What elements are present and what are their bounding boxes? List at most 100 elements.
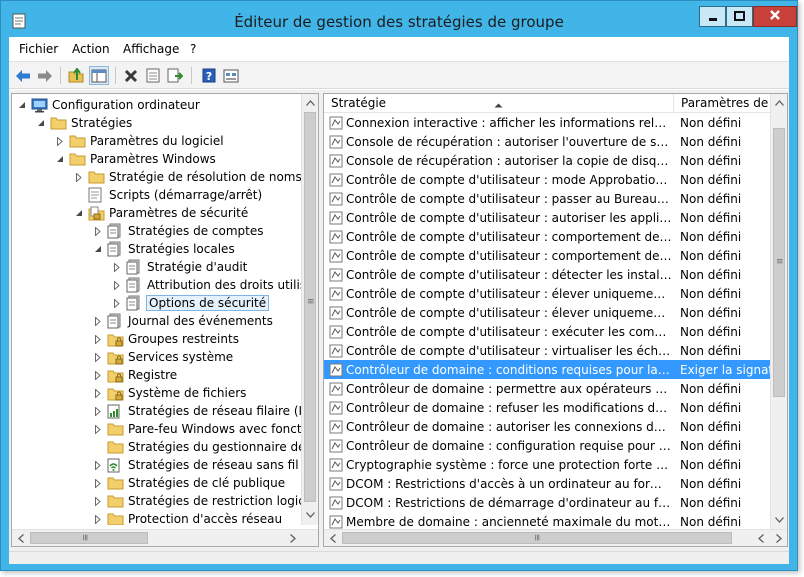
right-arrow-icon[interactable] (284, 530, 301, 546)
back-button[interactable] (13, 66, 33, 85)
collapsed-arrow-icon[interactable] (111, 298, 122, 309)
policy-row[interactable]: DCOM : Restrictions d'accès à un ordinat… (324, 474, 771, 493)
tree-item[interactable]: Stratégie d'audit (111, 258, 247, 276)
collapsed-arrow-icon[interactable] (92, 388, 103, 399)
collapsed-arrow-icon[interactable] (92, 334, 103, 345)
up-level-button[interactable] (66, 66, 86, 85)
tree-item[interactable]: Registre (92, 366, 177, 384)
tree-item[interactable]: Groupes restreints (92, 330, 239, 348)
policy-row[interactable]: Cryptographie système : force une protec… (324, 455, 771, 474)
tree-item[interactable]: Stratégies du gestionnaire de list (92, 438, 302, 456)
tree-item[interactable]: Stratégie de résolution de noms (73, 168, 302, 186)
left-arrow-icon[interactable] (324, 530, 341, 546)
policy-row[interactable]: Contrôle de compte d'utilisateur : compo… (324, 246, 771, 265)
policy-row[interactable]: Membre de domaine : ancienneté maximale … (324, 512, 771, 530)
tree-item[interactable]: Paramètres du logiciel (54, 132, 224, 150)
down-arrow-icon[interactable] (302, 506, 318, 523)
tree-item[interactable]: Stratégies de réseau filaire (IEEE 8 (92, 402, 302, 420)
collapsed-arrow-icon[interactable] (92, 424, 103, 435)
tree-item[interactable]: Services système (92, 348, 233, 366)
list-vertical-scrollbar[interactable]: ≡ (770, 94, 787, 530)
policy-row[interactable]: Contrôle de compte d'utilisateur : exécu… (324, 322, 771, 341)
tree-item[interactable]: Paramètres de sécurité (73, 204, 248, 222)
expanded-arrow-icon[interactable] (73, 208, 84, 219)
tree-item[interactable]: Attribution des droits utilisat (111, 276, 302, 294)
collapsed-arrow-icon[interactable] (92, 478, 103, 489)
left-arrow-icon[interactable] (752, 530, 769, 546)
tree-vertical-thumb[interactable]: ≡ (304, 112, 316, 502)
tree-vertical-scrollbar[interactable]: ≡ (301, 94, 318, 525)
column-header-policy[interactable]: Stratégie (324, 94, 674, 113)
menu-affichage[interactable]: Affichage (123, 42, 179, 56)
tree-horizontal-scrollbar[interactable]: ≡ (12, 529, 318, 546)
policy-row[interactable]: Contrôle de compte d'utilisateur : éleve… (324, 303, 771, 322)
policy-row[interactable]: Contrôleur de domaine : permettre aux op… (324, 379, 771, 398)
column-header-setting[interactable]: Paramètres de stra (674, 94, 771, 113)
policy-row[interactable]: Contrôle de compte d'utilisateur : autor… (324, 208, 771, 227)
policy-row[interactable]: Console de récupération : autoriser la c… (324, 151, 771, 170)
down-arrow-icon[interactable] (771, 511, 787, 528)
tree-item[interactable]: Paramètres Windows (54, 150, 216, 168)
policy-row[interactable]: Contrôleur de domaine : configuration re… (324, 436, 771, 455)
tree-item[interactable]: Stratégies locales (92, 240, 235, 258)
menu-help[interactable]: ? (190, 42, 196, 56)
policy-row[interactable]: Contrôle de compte d'utilisateur : détec… (324, 265, 771, 284)
policy-row[interactable]: Contrôle de compte d'utilisateur : éleve… (324, 284, 771, 303)
list-horizontal-scrollbar[interactable]: ≡ (324, 529, 787, 546)
minimize-button[interactable] (699, 6, 726, 27)
tree-item[interactable]: Stratégies (35, 114, 132, 132)
list-vertical-thumb[interactable]: ≡ (773, 128, 785, 397)
collapsed-arrow-icon[interactable] (111, 262, 122, 273)
menu-action[interactable]: Action (72, 42, 110, 56)
tree-item[interactable]: Stratégies de comptes (92, 222, 264, 240)
help-button[interactable]: ? (199, 66, 219, 85)
menu-fichier[interactable]: Fichier (19, 42, 58, 56)
show-hide-tree-button[interactable] (89, 66, 109, 85)
tree-item[interactable]: Options de sécurité (111, 294, 270, 312)
title-bar[interactable]: Éditeur de gestion des stratégies de gro… (1, 1, 797, 37)
close-button[interactable] (753, 6, 797, 27)
forward-button[interactable] (35, 66, 55, 85)
export-list-button[interactable] (165, 66, 185, 85)
left-arrow-icon[interactable] (12, 530, 29, 546)
tree-item[interactable]: Scripts (démarrage/arrêt) (73, 186, 262, 204)
tree-item[interactable]: Stratégies de restriction logicielle (92, 492, 302, 510)
policy-row[interactable]: Contrôle de compte d'utilisateur : mode … (324, 170, 771, 189)
tree-item[interactable]: Configuration ordinateur (16, 96, 200, 114)
collapsed-arrow-icon[interactable] (111, 280, 122, 291)
tree-item[interactable]: Système de fichiers (92, 384, 246, 402)
up-arrow-icon[interactable] (302, 94, 318, 111)
policy-row[interactable]: Contrôleur de domaine : conditions requi… (324, 360, 771, 379)
collapsed-arrow-icon[interactable] (92, 352, 103, 363)
policy-row[interactable]: Contrôleur de domaine : autoriser les co… (324, 417, 771, 436)
tree-item[interactable]: Pare-feu Windows avec fonction (92, 420, 302, 438)
policy-row[interactable]: Contrôle de compte d'utilisateur : compo… (324, 227, 771, 246)
properties-button[interactable] (143, 66, 163, 85)
collapsed-arrow-icon[interactable] (73, 172, 84, 183)
policy-row[interactable]: Contrôle de compte d'utilisateur : passe… (324, 189, 771, 208)
up-arrow-icon[interactable] (771, 94, 787, 111)
collapsed-arrow-icon[interactable] (92, 316, 103, 327)
collapsed-arrow-icon[interactable] (92, 496, 103, 507)
policy-row[interactable]: Console de récupération : autoriser l'ou… (324, 132, 771, 151)
maximize-button[interactable] (726, 6, 753, 27)
expanded-arrow-icon[interactable] (35, 118, 46, 129)
view-button[interactable] (221, 66, 241, 85)
expanded-arrow-icon[interactable] (16, 100, 27, 111)
collapsed-arrow-icon[interactable] (92, 514, 103, 525)
collapsed-arrow-icon[interactable] (92, 460, 103, 471)
policy-row[interactable]: Contrôleur de domaine : refuser les modi… (324, 398, 771, 417)
policy-row[interactable]: DCOM : Restrictions de démarrage d'ordin… (324, 493, 771, 512)
tree-horizontal-thumb[interactable]: ≡ (30, 532, 148, 544)
tree-item[interactable]: Protection d'accès réseau (92, 510, 282, 525)
collapsed-arrow-icon[interactable] (92, 370, 103, 381)
tree-item[interactable]: Stratégies de réseau sans fil (IEEE (92, 456, 302, 474)
delete-button[interactable] (121, 66, 141, 85)
collapsed-arrow-icon[interactable] (92, 226, 103, 237)
tree-item[interactable]: Journal des événements (92, 312, 273, 330)
list-horizontal-thumb[interactable]: ≡ (342, 532, 732, 544)
expanded-arrow-icon[interactable] (54, 154, 65, 165)
collapsed-arrow-icon[interactable] (92, 406, 103, 417)
tree-item[interactable]: Stratégies de clé publique (92, 474, 285, 492)
collapsed-arrow-icon[interactable] (54, 136, 65, 147)
